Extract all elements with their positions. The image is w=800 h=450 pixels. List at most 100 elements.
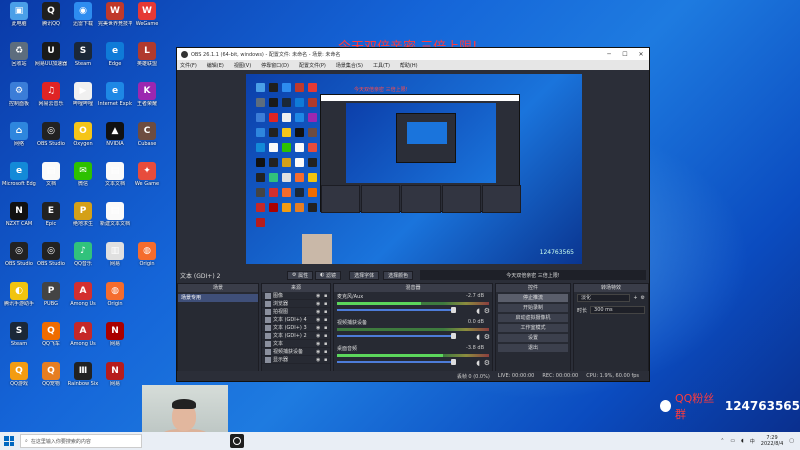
desktop-icon[interactable]: N NZXT CAM — [2, 202, 36, 227]
desktop-icon[interactable]: ▥ 网易 — [98, 242, 132, 267]
source-item[interactable]: 图像 ◉ ▪ — [262, 292, 330, 300]
menu-item[interactable]: 工具(T) — [373, 62, 390, 69]
desktop-icon[interactable]: L 英雄联盟 — [130, 42, 164, 67]
desktop-icon[interactable]: ◎ OBS Studio — [2, 242, 36, 267]
desktop-icon[interactable]: U 网易UU加速器 — [34, 42, 68, 67]
desktop-icon[interactable]: ▤ 文档 — [34, 162, 68, 187]
start-button[interactable] — [0, 432, 18, 450]
desktop-icon[interactable]: P PUBG — [34, 282, 68, 307]
duration-input[interactable]: 300 ms — [590, 306, 645, 314]
desktop-icon[interactable]: N 网易 — [98, 362, 132, 387]
eye-icon[interactable]: ◉ — [316, 325, 322, 331]
menu-item[interactable]: 编辑(E) — [207, 62, 224, 69]
desktop-icon[interactable]: ◎ OBS Studio — [34, 122, 68, 147]
properties-button[interactable]: ⚙ 属性 — [287, 270, 314, 280]
volume-icon[interactable]: ◖ — [741, 438, 744, 444]
desktop-icon[interactable]: Q QQ飞车 — [34, 322, 68, 347]
menu-item[interactable]: 场景集合(S) — [336, 62, 363, 69]
desktop-icon[interactable]: Q QQ宠物 — [34, 362, 68, 387]
eye-icon[interactable]: ◉ — [316, 301, 322, 307]
choose-font-button[interactable]: 选择字体 — [349, 270, 380, 280]
desktop-icon[interactable]: K 王者荣耀 — [130, 82, 164, 107]
volume-fader[interactable] — [337, 307, 456, 313]
ime-indicator[interactable]: 中 — [750, 438, 755, 445]
desktop-icon[interactable]: P 绝地求生 — [66, 202, 100, 227]
source-item[interactable]: 文本 (GDI+) 4 ◉ ▪ — [262, 316, 330, 324]
menu-item[interactable]: 帮助(H) — [400, 62, 418, 69]
filters-button[interactable]: ◐ 滤镜 — [315, 270, 342, 280]
source-item[interactable]: 浏览器 ◉ ▪ — [262, 300, 330, 308]
source-item[interactable]: 文本 (GDI+) 2 ◉ ▪ — [262, 332, 330, 340]
control-button[interactable]: 设置 — [498, 334, 568, 342]
desktop-icon[interactable]: A Among Us — [66, 322, 100, 347]
clock[interactable]: 7:29 2022/8/4 — [761, 435, 783, 447]
minimize-button[interactable]: ─ — [601, 48, 617, 60]
lock-icon[interactable]: ▪ — [324, 333, 330, 339]
speaker-icon[interactable]: ◖ — [476, 359, 480, 367]
control-button[interactable]: 启动虚拟摄像机 — [498, 314, 568, 322]
desktop-icon[interactable]: C Cubase — [130, 122, 164, 147]
desktop-icon[interactable]: ♻ 回收站 — [2, 42, 36, 67]
lock-icon[interactable]: ▪ — [324, 357, 330, 363]
lock-icon[interactable]: ▪ — [324, 309, 330, 315]
desktop-icon[interactable]: S Steam — [2, 322, 36, 347]
eye-icon[interactable]: ◉ — [316, 309, 322, 315]
obs-preview[interactable]: 今天双倍亲密 三倍上限! 124763565 — [246, 74, 582, 264]
gear-icon[interactable]: ⚙ — [484, 359, 490, 367]
volume-fader[interactable] — [337, 333, 456, 339]
desktop-icon[interactable]: ◐ 腾讯手游助手 — [2, 282, 36, 307]
desktop-icon[interactable]: ▲ NVIDIA — [98, 122, 132, 147]
desktop-icon[interactable]: ✉ 微信 — [66, 162, 100, 187]
lock-icon[interactable]: ▪ — [324, 325, 330, 331]
choose-color-button[interactable]: 选择颜色 — [383, 270, 414, 280]
lock-icon[interactable]: ▪ — [324, 317, 330, 323]
desktop-icon[interactable]: W完美世界竞技平台 — [98, 2, 132, 27]
desktop-icon[interactable]: e Microsoft Edge — [2, 162, 36, 187]
taskbar-search[interactable]: ⌕ 在这里输入你要搜索的内容 — [20, 434, 142, 448]
desktop-icon[interactable]: ▣ 此电脑 — [2, 2, 36, 27]
eye-icon[interactable]: ◉ — [316, 357, 322, 363]
desktop-icon[interactable]: ◉ 迅雷下载 — [66, 2, 100, 27]
desktop-icon[interactable]: A Among Us — [66, 282, 100, 307]
desktop-icon[interactable]: e Edge — [98, 42, 132, 67]
menu-item[interactable]: 文件(F) — [180, 62, 197, 69]
desktop-icon[interactable]: E Epic — [34, 202, 68, 227]
notification-icon[interactable]: ▢ — [789, 438, 794, 444]
control-button[interactable]: 停止推流 — [498, 294, 568, 302]
gear-icon[interactable]: ⚙ — [484, 333, 490, 341]
desktop-icon[interactable]: eInternet Explorer — [98, 82, 132, 107]
source-item[interactable]: 显示器 ◉ ▪ — [262, 356, 330, 364]
eye-icon[interactable]: ◉ — [316, 349, 322, 355]
obs-titlebar[interactable]: OBS 26.1.1 (64-bit, windows) - 配置文件: 未命名… — [177, 48, 649, 60]
source-item[interactable]: 文本 (GDI+) 3 ◉ ▪ — [262, 324, 330, 332]
lock-icon[interactable]: ▪ — [324, 341, 330, 347]
desktop-icon[interactable]: O Oxygen — [66, 122, 100, 147]
gear-icon[interactable]: ⚙ — [484, 307, 490, 315]
tray-expand-icon[interactable]: ⌃ — [720, 438, 724, 444]
desktop-icon[interactable]: N 网易 — [98, 322, 132, 347]
control-button[interactable]: 开始录制 — [498, 304, 568, 312]
desktop-icon[interactable]: ◍ Origin — [98, 282, 132, 307]
desktop-icon[interactable]: ✦ We Game — [130, 162, 164, 187]
menu-item[interactable]: 视图(V) — [234, 62, 251, 69]
lock-icon[interactable]: ▪ — [324, 349, 330, 355]
desktop-icon[interactable]: ▤ 文本文档 — [98, 162, 132, 187]
desktop-icon[interactable]: Q QQ游戏 — [2, 362, 36, 387]
maximize-button[interactable]: ☐ — [617, 48, 633, 60]
desktop-icon[interactable]: W WeGame — [130, 2, 164, 27]
volume-fader[interactable] — [337, 359, 456, 365]
scene-item[interactable]: 场景专用 — [178, 294, 258, 302]
desktop-icon[interactable]: ◎ OBS Studio — [34, 242, 68, 267]
network-icon[interactable]: ▭ — [730, 438, 735, 444]
source-item[interactable]: 文本 ◉ ▪ — [262, 340, 330, 348]
eye-icon[interactable]: ◉ — [316, 293, 322, 299]
eye-icon[interactable]: ◉ — [316, 333, 322, 339]
text-source-field[interactable]: 今天双倍亲密 三倍上限! — [420, 270, 646, 280]
taskbar-obs-app[interactable] — [230, 434, 244, 448]
desktop-icon[interactable]: Ⅲ Rainbow Six — [66, 362, 100, 387]
menu-item[interactable]: 停靠窗口(D) — [261, 62, 289, 69]
desktop-icon[interactable]: ⌂ 网络 — [2, 122, 36, 147]
desktop-icon[interactable]: ▶ 哔哩哔哩 — [66, 82, 100, 107]
menu-item[interactable]: 配置文件(P) — [299, 62, 326, 69]
control-button[interactable]: 退出 — [498, 344, 568, 352]
